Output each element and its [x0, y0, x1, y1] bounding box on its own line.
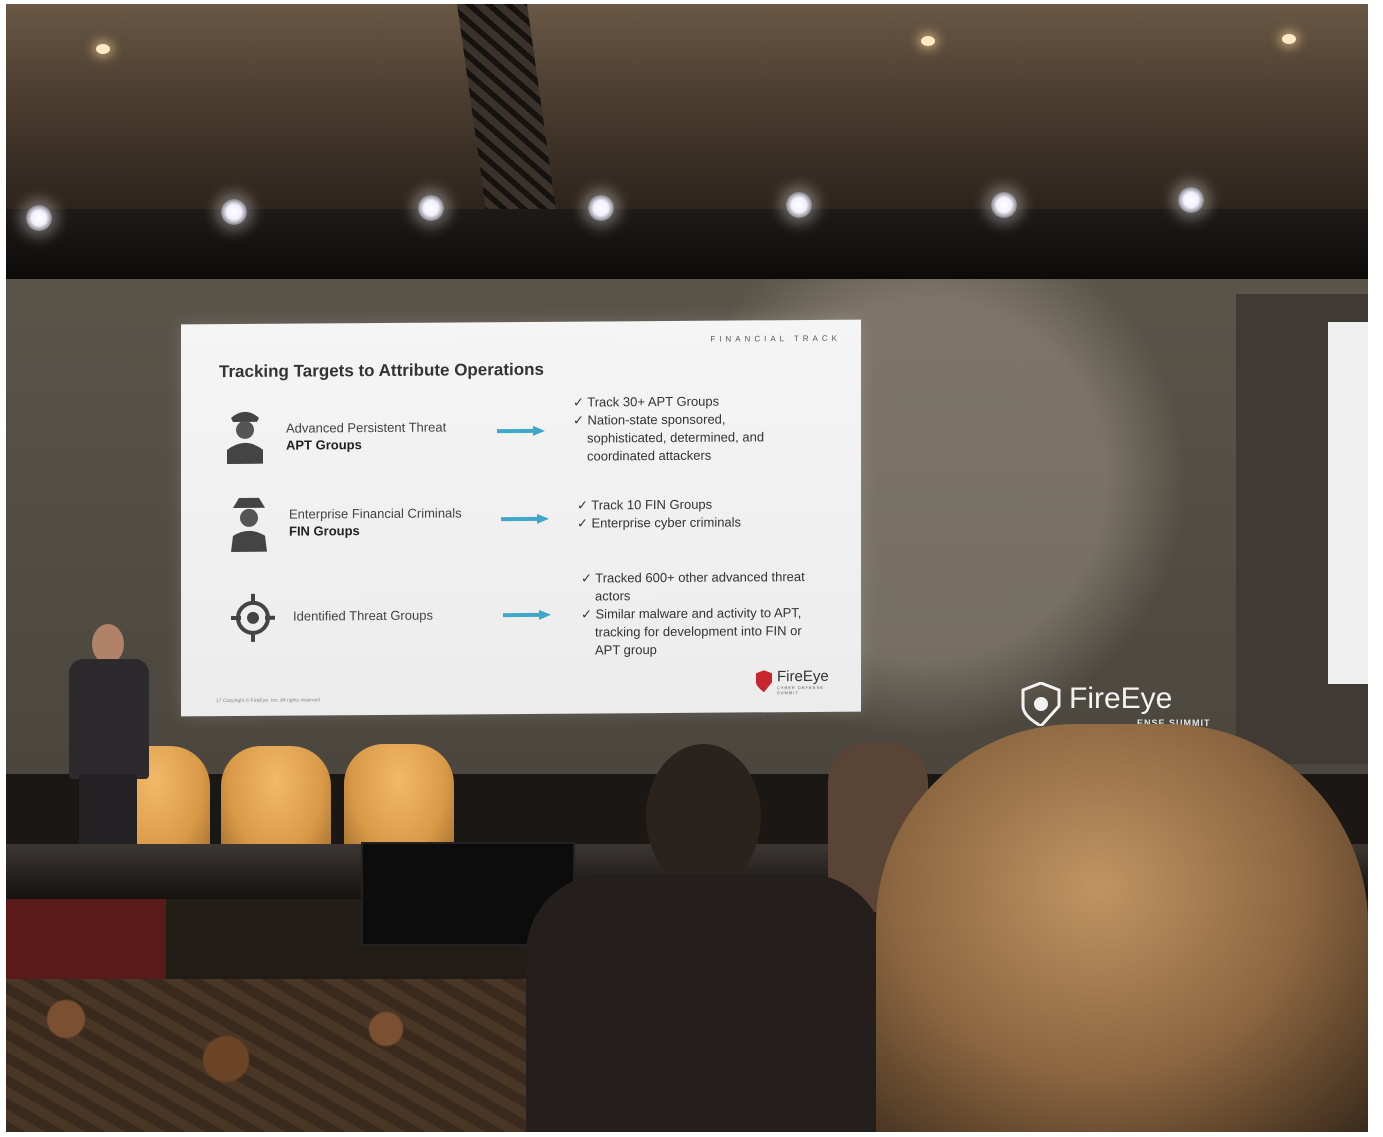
stage-light-bar: [6, 187, 1368, 279]
speaker-body: [69, 659, 149, 779]
spotlight: [1178, 187, 1204, 213]
ceiling-lamp: [921, 36, 935, 46]
presentation-slide: FINANCIAL TRACK Tracking Targets to Attr…: [181, 319, 861, 717]
spotlight: [786, 192, 812, 218]
bullet: ✓ Similar malware and activity to APT, t…: [581, 605, 802, 658]
arrow-right-icon: [503, 609, 551, 620]
fireeye-shield-icon: [756, 670, 772, 693]
spotlight: [588, 195, 614, 221]
row-bullets: ✓ Track 10 FIN Groups ✓ Enterprise cyber…: [577, 495, 797, 533]
bullet: ✓ Track 30+ APT Groups: [573, 393, 720, 410]
audience-torso: [526, 874, 886, 1132]
brand-name: FireEye: [1069, 682, 1173, 715]
arrow-right-icon: [497, 425, 545, 436]
row-label-line2: FIN Groups: [289, 523, 360, 539]
audience-head: [646, 744, 761, 889]
spotlight: [221, 199, 247, 225]
conference-photo: FINANCIAL TRACK Tracking Targets to Attr…: [6, 4, 1368, 1132]
row-label: Enterprise Financial Criminals FIN Group…: [289, 504, 462, 539]
slide-row-threat: Identified Threat Groups ✓ Tracked 600+ …: [181, 569, 861, 657]
slide-row-fin: Enterprise Financial Criminals FIN Group…: [181, 490, 861, 553]
row-label-line1: Advanced Persistent Threat: [286, 419, 447, 436]
bullet: ✓ Nation-state sponsored, sophisticated,…: [573, 411, 765, 464]
bullet: ✓ Enterprise cyber criminals: [577, 514, 742, 531]
crosshair-icon: [231, 593, 275, 642]
bullet: ✓ Tracked 600+ other advanced threat act…: [581, 569, 805, 604]
row-label-line2: APT Groups: [286, 437, 362, 453]
row-label-line1: Identified Threat Groups: [293, 607, 433, 624]
speaker-head: [92, 624, 124, 664]
slide-footer: 17 Copyright © FireEye, Inc. All rights …: [216, 697, 322, 705]
officer-icon: [227, 411, 263, 465]
slide-title: Tracking Targets to Attribute Operations: [219, 359, 544, 382]
backdrop-brand: FireEye ENSE SUMMIT: [1019, 682, 1214, 728]
audience-member: [526, 744, 886, 1132]
slide-logo-sub: CYBER DEFENSE SUMMIT: [777, 684, 824, 696]
arrow-right-icon: [501, 513, 549, 524]
slide-logo-name: FireEye: [777, 667, 829, 686]
spotlight: [418, 195, 444, 221]
spotlight: [991, 192, 1017, 218]
slide-row-apt: Advanced Persistent Threat APT Groups ✓ …: [181, 394, 861, 465]
row-label-line1: Enterprise Financial Criminals: [289, 505, 462, 522]
row-bullets: ✓ Tracked 600+ other advanced threat act…: [581, 568, 806, 660]
slide-logo: FireEye CYBER DEFENSE SUMMIT: [755, 668, 847, 699]
row-label: Identified Threat Groups: [293, 607, 433, 625]
side-screen: [1328, 322, 1368, 684]
row-label: Advanced Persistent Threat APT Groups: [286, 419, 446, 454]
fireeye-shield-icon: [1021, 682, 1061, 726]
row-bullets: ✓ Track 30+ APT Groups ✓ Nation-state sp…: [573, 392, 773, 465]
ceiling-lamp: [96, 44, 110, 54]
ceiling: [6, 4, 1368, 219]
audience-member: [876, 724, 1368, 1132]
track-label: FINANCIAL TRACK: [710, 333, 841, 344]
spotlight: [26, 205, 52, 231]
spy-icon: [231, 497, 267, 553]
bullet: ✓ Track 10 FIN Groups: [577, 496, 713, 513]
ceiling-lamp: [1282, 34, 1296, 44]
